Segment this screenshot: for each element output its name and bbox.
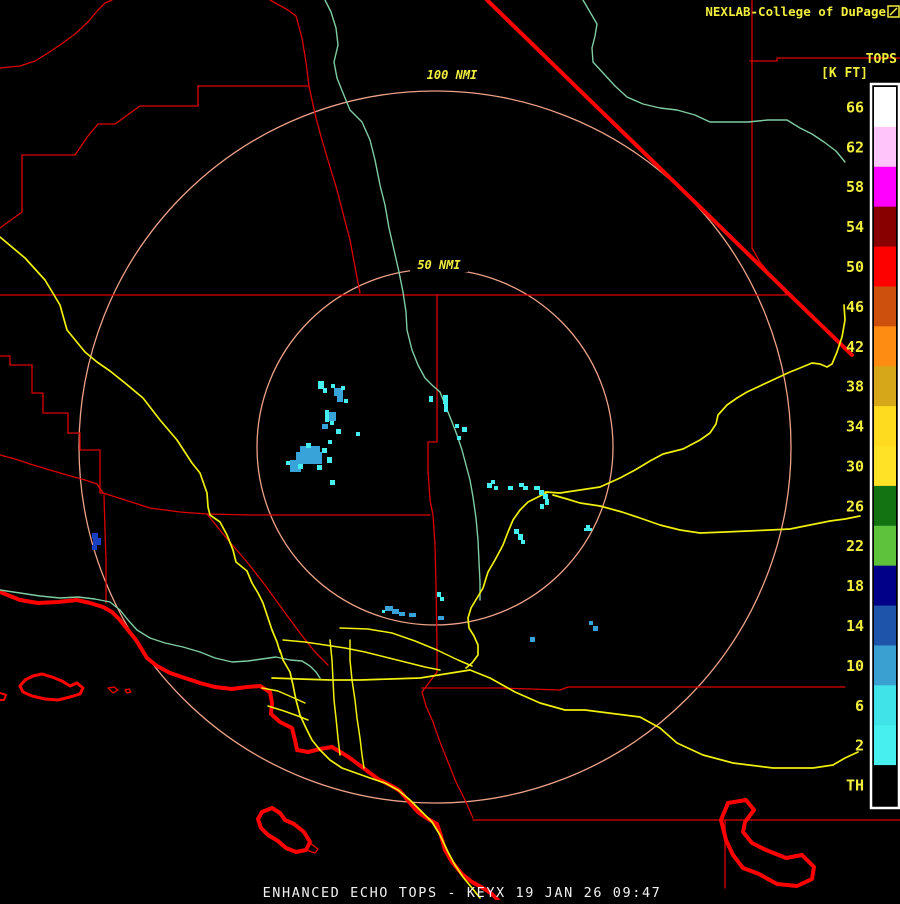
echo-pixel-6-10kft <box>337 396 343 402</box>
colorbar-label-54: 54 <box>846 218 864 236</box>
echo-pixel-2-6kft <box>317 465 322 470</box>
echo-pixel-2-6kft <box>286 461 290 465</box>
echo-pixel-6-10kft <box>589 621 593 625</box>
echo-pixel-2-6kft <box>325 410 329 422</box>
colorbar-block-TH <box>874 765 896 805</box>
echo-pixel-2-6kft <box>462 427 467 432</box>
colorbar-block-38 <box>874 366 896 406</box>
colorbar-block-42 <box>874 326 896 366</box>
echo-pixel-2-6kft <box>521 540 525 544</box>
echo-pixel-2-6kft <box>523 486 528 490</box>
ring-label: 100 NMI <box>427 68 478 82</box>
echo-pixel-2-6kft <box>514 529 519 534</box>
echo-pixel-2-6kft <box>584 528 592 531</box>
echo-pixel-2-6kft <box>330 480 335 485</box>
echo-pixel-2-6kft <box>437 592 441 597</box>
echo-pixel-6-10kft <box>530 637 535 642</box>
colorbar-block-34 <box>874 406 896 446</box>
echo-pixel-2-6kft <box>540 504 544 509</box>
echo-pixel-2-6kft <box>298 464 303 469</box>
echo-pixel-6-10kft <box>322 424 328 429</box>
echo-pixel-2-6kft <box>494 486 498 490</box>
colorbar-label-22: 22 <box>846 537 864 555</box>
colorbar-block-18 <box>874 566 896 606</box>
echo-pixel-2-6kft <box>356 432 360 436</box>
echo-pixel-6-10kft <box>385 606 393 611</box>
colorbar-block-46 <box>874 286 896 326</box>
colorbar-label-62: 62 <box>846 138 864 156</box>
colorbar-block-2 <box>874 725 896 765</box>
colorbar-units: [K FT] <box>821 66 868 81</box>
product-caption: ENHANCED ECHO TOPS - KEYX 19 JAN 26 09:4… <box>263 885 662 900</box>
echo-pixel-2-6kft <box>344 399 348 403</box>
echo-pixel-2-6kft <box>457 436 461 440</box>
colorbar-block-22 <box>874 526 896 566</box>
colorbar-label-58: 58 <box>846 178 864 196</box>
echo-pixel-2-6kft <box>341 386 345 390</box>
colorbar-title: TOPS <box>866 52 897 67</box>
colorbar-label-14: 14 <box>846 617 864 635</box>
echo-pixel-2-6kft <box>455 424 459 428</box>
echo-pixel-2-6kft <box>543 494 548 499</box>
echo-pixel-6-10kft <box>409 613 416 617</box>
map-background <box>0 0 900 900</box>
colorbar-label-66: 66 <box>846 98 864 116</box>
echo-pixel-2-6kft <box>443 395 448 404</box>
colorbar-block-58 <box>874 167 896 207</box>
echo-pixel-2-6kft <box>382 610 385 613</box>
echo-pixel-2-6kft <box>318 381 324 389</box>
echo-pixel-6-10kft <box>392 609 399 614</box>
colorbar-block-26 <box>874 486 896 526</box>
colorbar-label-50: 50 <box>846 258 864 276</box>
colorbar-block-6 <box>874 685 896 725</box>
colorbar-label-30: 30 <box>846 457 864 475</box>
echo-pixel-2-6kft <box>518 534 523 540</box>
colorbar-block-30 <box>874 446 896 486</box>
echo-pixel-10-14kft <box>93 538 101 545</box>
colorbar-label-38: 38 <box>846 378 864 396</box>
echo-pixel-2-6kft <box>328 440 332 444</box>
echo-pixel-6-10kft <box>399 612 405 616</box>
colorbar-label-26: 26 <box>846 497 864 515</box>
colorbar-label-34: 34 <box>846 418 864 436</box>
ring-label: 50 NMI <box>417 258 461 272</box>
colorbar-block-62 <box>874 127 896 167</box>
echo-pixel-2-6kft <box>330 421 334 425</box>
echo-pixel-2-6kft <box>491 480 495 484</box>
echo-pixel-10-14kft <box>92 545 97 550</box>
echo-pixel-6-10kft <box>593 626 598 631</box>
echo-pixel-2-6kft <box>306 443 311 448</box>
echo-pixel-2-6kft <box>323 388 327 393</box>
colorbar-label-6: 6 <box>855 697 864 715</box>
echo-pixel-2-6kft <box>534 486 540 490</box>
colorbar-label-42: 42 <box>846 338 864 356</box>
echo-pixel-6-10kft <box>438 616 444 620</box>
colorbar-block-66 <box>874 87 896 127</box>
echo-pixel-2-6kft <box>444 404 448 412</box>
echo-pixel-2-6kft <box>429 396 433 402</box>
colorbar-block-10 <box>874 645 896 685</box>
colorbar-label-2: 2 <box>855 737 864 755</box>
site-title: NEXLAB-College of DuPage <box>705 4 886 19</box>
colorbar-label-10: 10 <box>846 657 864 675</box>
echo-pixel-6-10kft <box>329 412 336 421</box>
echo-pixel-2-6kft <box>336 429 341 434</box>
colorbar-label-18: 18 <box>846 577 864 595</box>
colorbar-block-14 <box>874 606 896 646</box>
echo-pixel-2-6kft <box>440 597 444 601</box>
echo-pixel-2-6kft <box>508 486 513 490</box>
echo-pixel-2-6kft <box>327 457 332 463</box>
echo-pixel-2-6kft <box>331 384 335 388</box>
echo-pixel-2-6kft <box>322 448 327 453</box>
colorbar-label-46: 46 <box>846 298 864 316</box>
radar-map: 100 NMI50 NMI 66625854504642383430262218… <box>0 0 900 900</box>
colorbar-label-TH: TH <box>846 777 864 795</box>
colorbar-block-50 <box>874 247 896 287</box>
colorbar-block-54 <box>874 207 896 247</box>
echo-pixel-2-6kft <box>545 499 549 505</box>
